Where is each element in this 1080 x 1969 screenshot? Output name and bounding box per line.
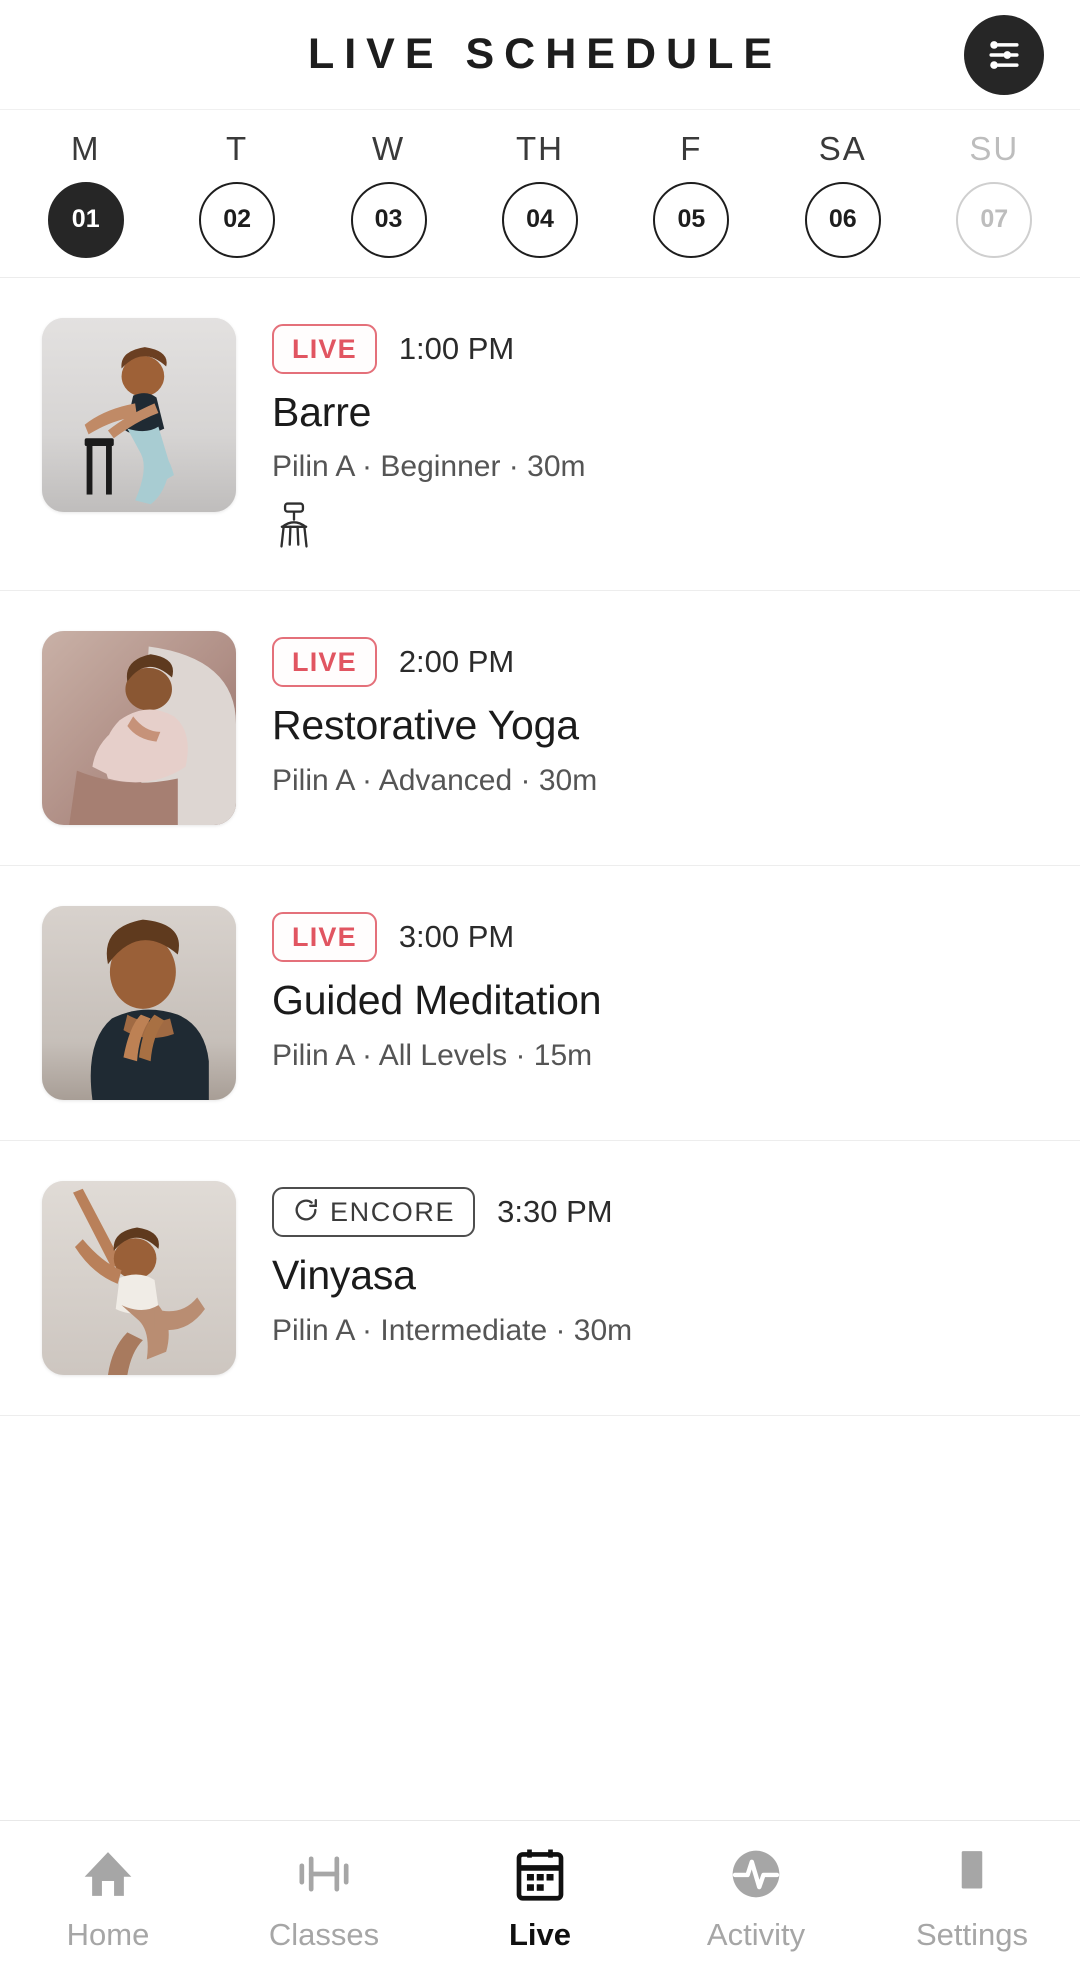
- status-badge-encore: ENCORE: [272, 1187, 476, 1238]
- class-list: LIVE 1:00 PM Barre Pilin A · Beginner · …: [0, 278, 1080, 1820]
- class-status-row: LIVE 2:00 PM: [272, 637, 1044, 688]
- class-status-row: LIVE 1:00 PM: [272, 324, 1044, 374]
- day-letter: TH: [515, 129, 564, 167]
- day-selector: M 01 T 02 W 03 TH 04 F 05 SA 06 SU 07: [0, 110, 1080, 278]
- nav-label: Settings: [915, 1917, 1028, 1952]
- class-meta: Pilin A · Advanced · 30m: [272, 763, 598, 797]
- class-time: 1:00 PM: [398, 331, 515, 366]
- nav-item-home[interactable]: Home: [0, 1821, 216, 1969]
- class-meta: Pilin A · Intermediate · 30m: [272, 1313, 633, 1347]
- nav-item-activity[interactable]: Activity: [648, 1821, 864, 1969]
- day-number: 05: [653, 181, 730, 258]
- calendar-icon: [512, 1843, 568, 1905]
- sliders-filter-icon: [982, 33, 1026, 77]
- nav-label: Classes: [268, 1917, 380, 1952]
- class-title: Guided Meditation: [272, 977, 602, 1024]
- class-details: LIVE 3:00 PM Guided Meditation Pilin A ·…: [272, 906, 1044, 1072]
- day-number: 07: [956, 181, 1033, 258]
- status-badge-live: LIVE: [272, 324, 377, 374]
- class-card[interactable]: LIVE 3:00 PM Guided Meditation Pilin A ·…: [0, 866, 1080, 1142]
- class-time: 3:30 PM: [497, 1194, 613, 1230]
- day-letter: W: [371, 129, 406, 167]
- day-letter: SU: [969, 129, 1020, 167]
- day-item-thu[interactable]: TH 04: [484, 130, 596, 258]
- replay-circle-icon: [292, 1196, 320, 1229]
- app-header: LIVE SCHEDULE: [0, 0, 1080, 110]
- nav-label: Home: [66, 1917, 150, 1952]
- day-letter: SA: [818, 129, 867, 167]
- day-letter: T: [226, 129, 249, 167]
- nav-label: Activity: [706, 1917, 806, 1952]
- class-title: Barre: [272, 389, 372, 435]
- class-thumbnail-restorative-yoga: [42, 631, 236, 826]
- class-details: LIVE 2:00 PM Restorative Yoga Pilin A · …: [272, 631, 1044, 797]
- day-item-sat[interactable]: SA 06: [787, 130, 899, 258]
- class-meta: Pilin A · Beginner · 30m: [272, 450, 586, 484]
- class-thumbnail-barre: [42, 318, 236, 512]
- live-schedule-screen: LIVE SCHEDULE M 01 T 02 W 03 TH 04 F 05 …: [0, 0, 1080, 1969]
- day-number: 04: [501, 181, 578, 258]
- class-thumbnail-vinyasa: [42, 1181, 236, 1376]
- class-meta: Pilin A · All Levels · 15m: [272, 1038, 593, 1072]
- day-letter: M: [70, 129, 101, 167]
- day-number: 03: [350, 181, 427, 258]
- pulse-icon: [728, 1843, 784, 1905]
- home-icon: [80, 1843, 136, 1905]
- class-card[interactable]: ENCORE 3:30 PM Vinyasa Pilin A · Interme…: [0, 1141, 1080, 1417]
- page-title: LIVE SCHEDULE: [307, 30, 783, 78]
- day-item-fri[interactable]: F 05: [635, 130, 747, 258]
- day-number: 02: [199, 181, 276, 258]
- day-letter: F: [680, 129, 703, 167]
- nav-item-live[interactable]: Live: [432, 1821, 648, 1969]
- class-status-row: ENCORE 3:30 PM: [272, 1187, 1044, 1238]
- day-item-sun: SU 07: [938, 130, 1050, 258]
- chair-icon: [272, 500, 316, 550]
- class-status-row: LIVE 3:00 PM: [272, 912, 1044, 963]
- day-item-tue[interactable]: T 02: [181, 130, 293, 258]
- day-number: 06: [804, 181, 881, 258]
- gear-icon: [944, 1843, 1000, 1905]
- day-number: 01: [47, 181, 124, 258]
- dumbbell-icon: [296, 1843, 352, 1905]
- class-card[interactable]: LIVE 2:00 PM Restorative Yoga Pilin A · …: [0, 591, 1080, 867]
- nav-item-settings[interactable]: Settings: [864, 1821, 1080, 1969]
- class-details: ENCORE 3:30 PM Vinyasa Pilin A · Interme…: [272, 1181, 1044, 1347]
- class-time: 3:00 PM: [398, 919, 515, 955]
- status-badge-label: ENCORE: [330, 1196, 456, 1227]
- class-card[interactable]: LIVE 1:00 PM Barre Pilin A · Beginner · …: [0, 278, 1080, 592]
- class-details: LIVE 1:00 PM Barre Pilin A · Beginner · …: [272, 318, 1044, 550]
- class-time: 2:00 PM: [398, 644, 515, 680]
- bottom-navigation: Home Classes Live Activity Settings: [0, 1820, 1080, 1969]
- class-thumbnail-guided-meditation: [42, 906, 236, 1101]
- day-item-wed[interactable]: W 03: [333, 130, 445, 258]
- class-equipment: [272, 500, 1044, 550]
- day-item-mon[interactable]: M 01: [30, 130, 142, 258]
- class-title: Vinyasa: [272, 1252, 416, 1299]
- nav-item-classes[interactable]: Classes: [216, 1821, 432, 1969]
- class-title: Restorative Yoga: [272, 702, 579, 749]
- status-badge-live: LIVE: [272, 637, 377, 688]
- status-badge-live: LIVE: [272, 912, 377, 963]
- nav-label: Live: [508, 1917, 572, 1952]
- filter-button[interactable]: [964, 14, 1044, 95]
